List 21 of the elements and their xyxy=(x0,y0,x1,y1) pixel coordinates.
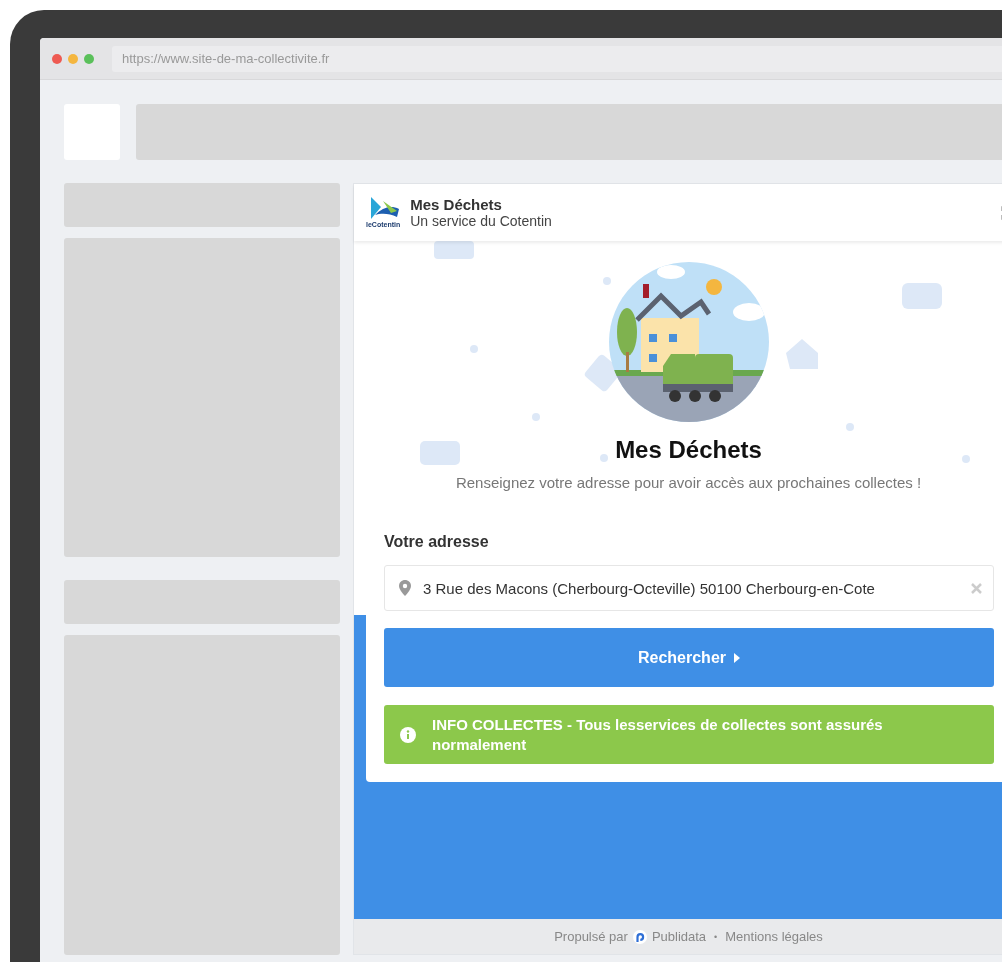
search-button[interactable]: Rechercher xyxy=(384,628,994,687)
powered-by-text: Propulsé par xyxy=(554,929,628,944)
window-control-dot[interactable] xyxy=(68,53,78,64)
separator-dot: • xyxy=(714,931,718,942)
address-bar[interactable]: https://www.site-de-ma-collectivite.fr xyxy=(112,45,1002,72)
address-label: Votre adresse xyxy=(384,533,490,551)
hero-text: Renseignez votre adresse pour avoir accès aux prochaines collectes ! xyxy=(455,474,922,491)
info-icon xyxy=(400,726,416,743)
location-pin-icon xyxy=(399,580,411,596)
brand-logo-icon xyxy=(632,929,647,944)
window-control-dot[interactable] xyxy=(84,53,94,64)
address-field[interactable]: 3 Rue des Macons (Cherbourg-Octeville) 50100 Cherbourg-en-Cote xyxy=(384,565,994,611)
widget-subtitle: Un service du Cotentin xyxy=(410,213,552,229)
legal-link[interactable]: Mentions légales xyxy=(725,929,823,944)
brand-link[interactable]: Publidata xyxy=(651,929,707,944)
hero-title: Mes Déchets xyxy=(615,436,762,464)
caret-icon xyxy=(734,652,740,663)
info-message: INFO COLLECTES - Tous lesservices de collectes sont assurés normalement xyxy=(432,715,884,754)
widget-title: Mes Déchets xyxy=(410,196,503,213)
window-control-dot[interactable] xyxy=(52,53,62,64)
clear-icon[interactable] xyxy=(970,581,983,595)
